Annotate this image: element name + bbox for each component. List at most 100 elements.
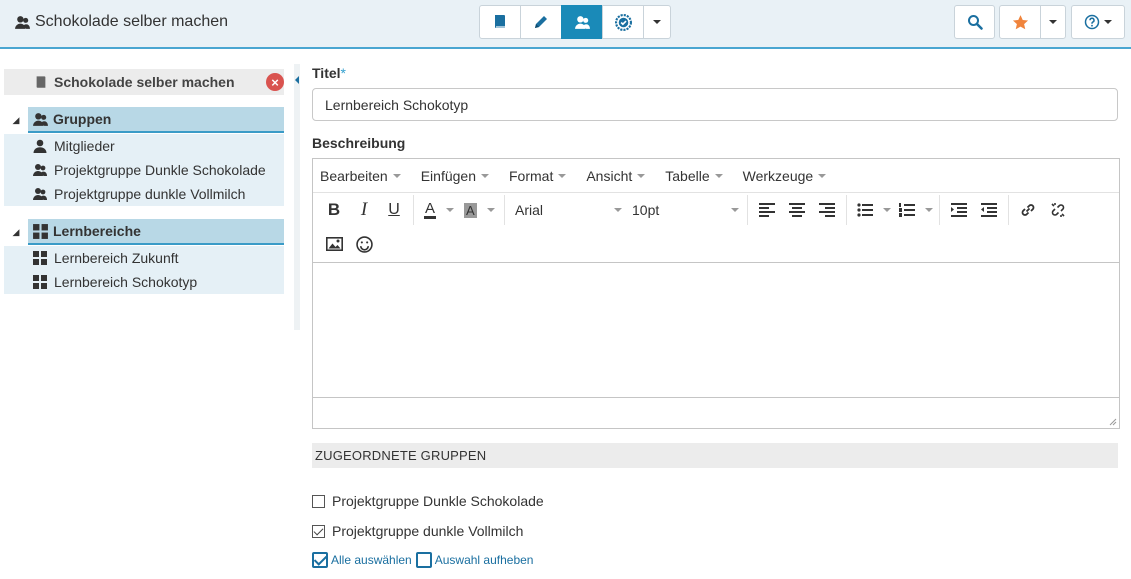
underline-button[interactable]: U (379, 195, 409, 225)
checkbox[interactable] (312, 494, 325, 508)
menu-tools[interactable]: Werkzeuge (739, 168, 831, 184)
section-label: Gruppen (53, 111, 112, 127)
bullet-list-icon (857, 203, 873, 217)
menu-view[interactable]: Ansicht (582, 168, 649, 184)
bold-button[interactable]: B (319, 195, 349, 225)
editor-toolbar-second-row (313, 227, 1119, 261)
menu-label: Bearbeiten (320, 167, 388, 184)
chevron-down-icon (714, 173, 723, 178)
sidebar-item-learning-area-future[interactable]: Lernbereich Zukunft (4, 246, 284, 270)
help-group (1071, 5, 1125, 39)
sidebar-item-label: Lernbereich Zukunft (54, 250, 179, 266)
help-icon (1084, 14, 1100, 30)
align-right-icon (819, 203, 835, 217)
grid-icon (33, 251, 47, 265)
collapse-arrow-icon[interactable] (295, 76, 299, 84)
link-icon (1021, 204, 1035, 216)
sidebar-item-members[interactable]: Mitglieder (4, 134, 284, 158)
chevron-down-icon (653, 20, 661, 24)
italic-button[interactable]: I (349, 195, 379, 225)
search-button[interactable] (954, 5, 995, 39)
book-icon (495, 15, 505, 28)
more-views-dropdown[interactable] (643, 5, 671, 39)
toolbar-separator (413, 195, 414, 225)
resize-grip-icon[interactable] (1107, 416, 1117, 426)
text-color-icon: A (424, 199, 437, 219)
outdent-icon (981, 203, 997, 217)
sidebar-item-label: Projektgruppe Dunkle Schokolade (54, 162, 266, 178)
collapse-toggle-icon[interactable]: ◢ (4, 107, 28, 133)
close-icon[interactable]: × (266, 73, 284, 91)
favorites-dropdown[interactable] (1040, 5, 1066, 39)
numbered-list-icon (899, 203, 915, 217)
indent-icon (951, 203, 967, 217)
menu-edit[interactable]: Bearbeiten (316, 168, 405, 184)
collapse-toggle-icon[interactable]: ◢ (4, 219, 28, 245)
align-center-button[interactable] (782, 195, 812, 225)
sidebar-section-learning-areas[interactable]: ◢ Lernbereiche (4, 219, 284, 245)
sidebar-item-learning-area-chocotype[interactable]: Lernbereich Schokotyp (4, 270, 284, 294)
rich-text-editor: Bearbeiten Einfügen Format Ansicht Tabel… (312, 158, 1120, 429)
book-icon (36, 75, 46, 88)
text-color-button[interactable]: A (418, 195, 458, 225)
badge-icon (614, 13, 632, 31)
help-button[interactable] (1071, 5, 1125, 39)
toolbar-separator (1008, 195, 1009, 225)
chevron-down-icon (925, 208, 933, 212)
sidebar-course[interactable]: Schokolade selber machen × (4, 69, 284, 95)
align-left-icon (759, 203, 775, 217)
sidebar-item-group-dark-chocolate[interactable]: Projektgruppe Dunkle Schokolade (4, 158, 284, 182)
font-family-value: Arial (515, 202, 544, 218)
required-mark: * (340, 65, 346, 81)
menu-label: Einfügen (420, 167, 476, 184)
sidebar-splitter[interactable] (294, 64, 300, 330)
menu-label: Werkzeuge (742, 167, 814, 184)
insert-image-button[interactable] (319, 229, 349, 259)
smiley-icon (355, 235, 373, 253)
align-right-button[interactable] (812, 195, 842, 225)
bullet-list-button[interactable] (851, 195, 893, 225)
title-input[interactable] (312, 88, 1118, 121)
pencil-icon (535, 16, 547, 28)
deselect-all-label: Auswahl aufheben (434, 553, 534, 567)
numbered-list-button[interactable] (893, 195, 935, 225)
checkbox-label: Projektgruppe dunkle Vollmilch (332, 523, 524, 539)
indent-button[interactable] (944, 195, 974, 225)
editor-toolbar: B I U A A Arial 10pt (313, 193, 1119, 227)
background-color-icon: A (464, 202, 477, 218)
chevron-down-icon (558, 173, 567, 178)
deselect-all-link[interactable]: Auswahl aufheben (415, 552, 534, 568)
background-color-button[interactable]: A (458, 195, 500, 225)
learning-path-button[interactable] (479, 5, 521, 39)
font-size-select[interactable]: 10pt (626, 195, 743, 225)
assigned-groups-header: ZUGEORDNETE GRUPPEN (312, 443, 1118, 468)
align-left-button[interactable] (752, 195, 782, 225)
sidebar-learning-areas-list: Lernbereich Zukunft Lernbereich Schokoty… (4, 246, 284, 294)
menu-label: Tabelle (665, 167, 710, 184)
sidebar-item-group-dark-milk[interactable]: Projektgruppe dunkle Vollmilch (4, 182, 284, 206)
select-all-link[interactable]: Alle auswählen (312, 552, 412, 568)
menu-table[interactable]: Tabelle (661, 168, 726, 184)
editor-content-area[interactable] (313, 262, 1119, 398)
outdent-button[interactable] (974, 195, 1004, 225)
font-family-select[interactable]: Arial (509, 195, 626, 225)
toolbar-separator (504, 195, 505, 225)
sidebar-section-groups[interactable]: ◢ Gruppen (4, 107, 284, 133)
favorite-button[interactable] (999, 5, 1041, 39)
star-icon (1012, 14, 1028, 29)
edit-button[interactable] (520, 5, 562, 39)
menu-insert[interactable]: Einfügen (417, 168, 493, 184)
toolbar-separator (846, 195, 847, 225)
group-icon (574, 15, 590, 29)
checkbox[interactable] (312, 524, 325, 538)
insert-link-button[interactable] (1013, 195, 1043, 225)
group-checkbox-dark-milk[interactable]: Projektgruppe dunkle Vollmilch (312, 523, 523, 539)
toolbar-separator (939, 195, 940, 225)
menu-format[interactable]: Format (505, 168, 570, 184)
chevron-down-icon (818, 173, 827, 178)
groups-button[interactable] (561, 5, 603, 39)
insert-emoticon-button[interactable] (349, 229, 379, 259)
group-checkbox-dark-chocolate[interactable]: Projektgruppe Dunkle Schokolade (312, 493, 544, 509)
assessment-button[interactable] (602, 5, 644, 39)
remove-link-button[interactable] (1043, 195, 1073, 225)
